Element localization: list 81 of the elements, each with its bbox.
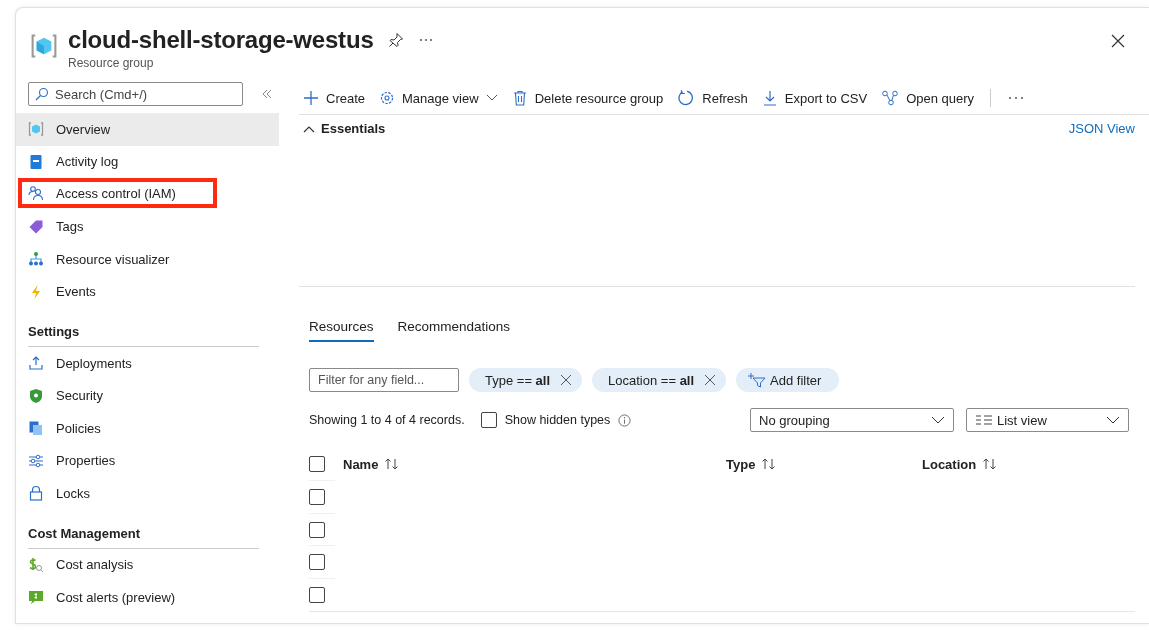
row-checkbox[interactable] — [309, 489, 325, 506]
select-all-checkbox[interactable] — [309, 456, 325, 473]
nav-item[interactable]: Properties — [16, 444, 279, 477]
tab[interactable]: Resources — [309, 317, 374, 342]
nav-item[interactable]: Cost analysis — [16, 548, 279, 581]
toolbar-button[interactable]: Refresh — [673, 85, 754, 111]
shield-icon — [28, 387, 44, 404]
nav-item[interactable]: Cost alerts (preview) — [16, 581, 279, 614]
toolbar-button[interactable]: Open query — [877, 86, 981, 110]
hierarchy-icon — [28, 251, 44, 268]
sort-icon[interactable] — [982, 458, 999, 471]
plus-icon — [303, 90, 319, 106]
column-header[interactable]: Type — [726, 456, 756, 472]
settings-icon — [379, 90, 396, 106]
download-icon — [761, 90, 778, 106]
sort-icon[interactable] — [761, 458, 778, 471]
essentials-toggle[interactable]: Essentials — [303, 121, 386, 136]
section-heading: Cost Management — [28, 517, 259, 549]
json-view-link[interactable]: JSON View — [1068, 121, 1135, 136]
close-icon[interactable] — [1111, 34, 1125, 48]
nav-item[interactable]: Activity log — [16, 145, 279, 178]
nav-item[interactable]: Deployments — [16, 347, 279, 380]
page-title: cloud-shell-storage-westus — [68, 26, 374, 54]
nav-item[interactable]: Tags — [16, 210, 279, 243]
tag-icon — [28, 218, 44, 235]
filter-add-icon — [748, 372, 767, 388]
nodes-icon — [881, 90, 900, 106]
nav-item[interactable]: Resource visualizer — [16, 243, 279, 276]
section-heading: Settings — [28, 316, 259, 347]
row-checkbox[interactable] — [309, 554, 325, 571]
log-icon — [28, 153, 44, 170]
page-subtitle: Resource group — [68, 56, 155, 70]
grouping-dropdown[interactable]: No grouping — [750, 408, 954, 432]
records-count: Showing 1 to 4 of 4 records. — [309, 413, 465, 427]
list-icon — [975, 415, 993, 425]
tab[interactable]: Recommendations — [397, 317, 511, 342]
nav-item[interactable]: Policies — [16, 412, 279, 445]
chevron-down-icon — [1106, 416, 1120, 424]
nav-item[interactable]: Security — [16, 379, 279, 412]
toolbar-button[interactable]: Delete resource group — [507, 86, 670, 110]
document-icon — [28, 420, 44, 437]
column-header[interactable]: Location — [922, 456, 977, 472]
more-icon[interactable] — [1007, 95, 1026, 101]
checkbox-label: Show hidden types — [504, 413, 611, 427]
toolbar-button[interactable]: Create — [299, 86, 372, 110]
filter-field[interactable]: Filter for any field... — [309, 368, 459, 392]
chevron-down-icon — [931, 416, 945, 424]
toolbar-button[interactable]: Export to CSV — [757, 86, 874, 110]
sliders-icon — [28, 452, 44, 469]
search-field[interactable]: Search (Cmd+/) — [28, 82, 243, 106]
trash-icon — [511, 90, 528, 106]
view-dropdown[interactable]: List view — [966, 408, 1129, 432]
nav-item[interactable]: Locks — [16, 477, 279, 510]
close-icon[interactable] — [704, 374, 717, 386]
search-icon — [35, 87, 49, 101]
nav-item[interactable]: Overview — [16, 113, 279, 146]
toolbar-button[interactable]: Manage view — [375, 86, 504, 110]
column-header[interactable]: Name — [343, 456, 379, 472]
close-icon[interactable] — [560, 374, 573, 386]
chevron-up-icon — [303, 124, 315, 133]
cube-icon — [30, 32, 58, 60]
info-icon[interactable] — [618, 413, 632, 427]
pin-icon[interactable] — [387, 32, 404, 48]
filter-pill[interactable]: Location == all — [592, 368, 727, 392]
refresh-icon — [677, 89, 696, 107]
sort-icon[interactable] — [384, 458, 401, 471]
people-icon — [28, 185, 44, 201]
nav-item[interactable]: Access control (IAM) — [18, 178, 217, 208]
row-checkbox[interactable] — [309, 586, 325, 603]
cube-icon — [28, 121, 44, 138]
lock-icon — [28, 485, 44, 502]
add-filter-button[interactable]: Add filter — [736, 368, 840, 392]
nav-item[interactable]: Events — [16, 275, 279, 308]
dollar-search-icon — [28, 556, 44, 573]
chevron-down-icon — [485, 94, 498, 102]
checkbox[interactable] — [480, 412, 497, 428]
filter-pill[interactable]: Type == all — [469, 368, 583, 392]
row-checkbox[interactable] — [309, 521, 325, 538]
collapse-icon[interactable] — [261, 89, 273, 99]
more-icon[interactable] — [417, 37, 434, 43]
upload-icon — [28, 355, 44, 372]
